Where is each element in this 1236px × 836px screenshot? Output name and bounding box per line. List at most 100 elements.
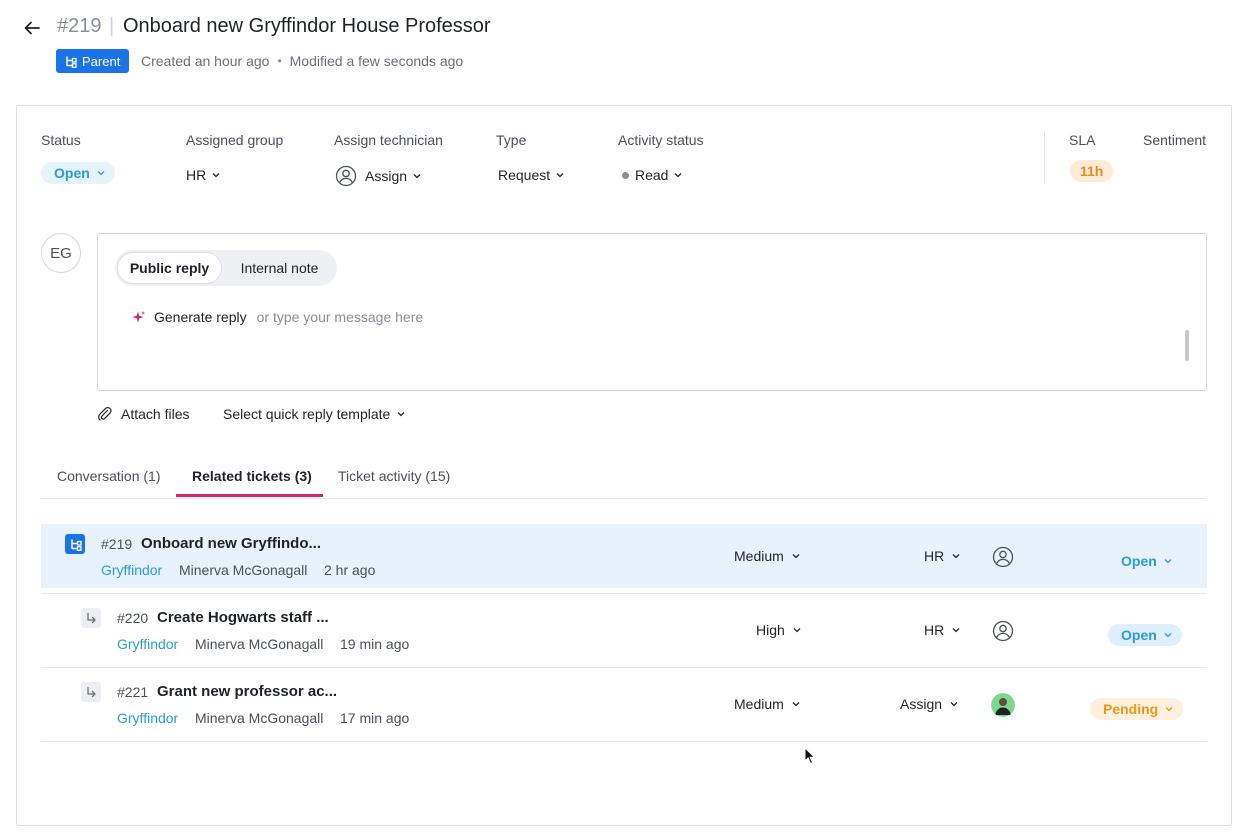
ticket-requester: Minerva McGonagall [195,710,324,726]
group-dropdown[interactable]: Assign [900,696,958,712]
composer-scrollbar[interactable] [1185,330,1189,361]
technician-avatar[interactable] [991,693,1015,717]
chevron-down-icon [413,174,421,179]
status-dropdown[interactable]: Open [1108,550,1182,572]
ticket-requester: Minerva McGonagall [179,562,308,578]
group-value: Assign [900,696,943,712]
attach-files-button[interactable]: Attach files [97,406,189,422]
chevron-down-icon [952,554,960,559]
assign-technician-value: Assign [365,168,408,184]
table-row[interactable] [41,524,1207,588]
tab-ticket-activity[interactable]: Ticket activity (15) [338,468,450,484]
priority-dropdown[interactable]: Medium [734,696,800,712]
sparkle-icon [132,310,145,322]
back-button[interactable] [18,14,46,42]
chevron-down-icon [97,171,105,176]
type-dropdown[interactable]: Request [498,167,564,183]
group-value: HR [924,622,945,638]
status-label: Status [41,132,81,148]
chevron-down-icon [792,554,800,559]
chevron-down-icon [675,173,682,178]
user-circle-icon [992,546,1014,568]
priority-value: High [756,622,785,638]
ticket-meta: Created an hour ago • Modified a few sec… [141,53,463,69]
row-divider [41,593,1207,594]
ticket-group: Gryffindor [117,710,179,726]
quick-reply-label: Select quick reply template [223,406,391,422]
tab-internal-note[interactable]: Internal note [228,252,331,284]
assigned-group-label: Assigned group [186,132,284,148]
technician-button[interactable] [992,620,1014,647]
ticket-title-link[interactable]: Onboard new Gryffindo... [141,535,321,552]
chevron-down-icon [1164,559,1172,564]
user-circle-icon [992,620,1014,642]
status-value: Pending [1103,701,1159,717]
status-value: Open [1121,553,1157,569]
title-separator: | [109,15,115,37]
generate-reply-label: Generate reply [154,309,247,325]
mouse-cursor-icon [804,746,816,770]
type-label: Type [496,132,527,148]
group-dropdown[interactable]: HR [924,548,960,564]
technician-button[interactable] [992,546,1014,573]
generate-reply-button[interactable]: Generate reply or type your message here [131,309,423,325]
ticket-group: Gryffindor [101,562,163,578]
hierarchy-icon [65,534,85,554]
ticket-group: Gryffindor [117,636,179,652]
ticket-time: 17 min ago [340,710,410,726]
priority-value: Medium [734,696,784,712]
tab-conversation[interactable]: Conversation (1) [57,468,161,484]
status-dropdown[interactable]: Pending [1090,698,1184,720]
chevron-down-icon [397,412,405,417]
parent-badge[interactable]: Parent [56,49,130,73]
type-value: Request [498,167,551,183]
chevron-down-icon [793,628,801,633]
assigned-group-value: HR [186,167,207,183]
assigned-group-dropdown[interactable]: HR [186,167,220,183]
ticket-title-link[interactable]: Create Hogwarts staff ... [157,609,329,626]
sentiment-label: Sentiment [1143,132,1207,148]
attach-files-label: Attach files [121,406,190,422]
arrow-left-icon [24,21,40,35]
person-avatar-icon [991,693,1015,717]
meta-separator: • [277,54,282,68]
priority-dropdown[interactable]: Medium [734,548,800,564]
tabs-divider [41,498,1205,499]
tab-public-reply[interactable]: Public reply [117,252,222,284]
sla-label: SLA [1069,132,1096,148]
chevron-down-icon [792,702,800,707]
ticket-number: #219 [57,15,102,37]
row-divider [41,741,1207,742]
hierarchy-icon [66,56,77,68]
ticket-requester: Minerva McGonagall [195,636,324,652]
tab-related-tickets[interactable]: Related tickets (3) [192,468,312,484]
ticket-time: 2 hr ago [324,562,376,578]
ticket-number: #221 [117,684,149,700]
created-time: Created an hour ago [141,53,270,69]
message-placeholder: or type your message here [256,309,424,325]
sub-arrow-icon [81,608,101,628]
ticket-number: #220 [117,610,149,626]
assign-technician-dropdown[interactable]: Assign [335,165,421,187]
chevron-down-icon [212,173,220,178]
chevron-down-icon [950,702,958,707]
chevron-down-icon [1165,707,1173,712]
group-value: HR [924,548,945,564]
user-circle-icon [335,165,357,187]
avatar: EG [41,233,81,273]
parent-badge-label: Parent [82,53,121,69]
status-dropdown[interactable]: Open [41,162,115,184]
status-dropdown[interactable]: Open [1108,624,1182,646]
activity-status-dropdown[interactable]: Read [622,167,682,183]
chevron-down-icon [1164,633,1172,638]
priority-dropdown[interactable]: High [756,622,801,638]
group-dropdown[interactable]: HR [924,622,960,638]
status-dot-icon [622,171,629,179]
ticket-title-link[interactable]: Grant new professor ac... [157,683,337,700]
quick-reply-template-dropdown[interactable]: Select quick reply template [223,406,405,422]
status-value: Open [1121,627,1157,643]
paperclip-icon [98,407,112,421]
active-tab-indicator [176,494,323,497]
ticket-number: #219 [101,536,133,552]
page-title: Onboard new Gryffindor House Professor [123,15,491,37]
